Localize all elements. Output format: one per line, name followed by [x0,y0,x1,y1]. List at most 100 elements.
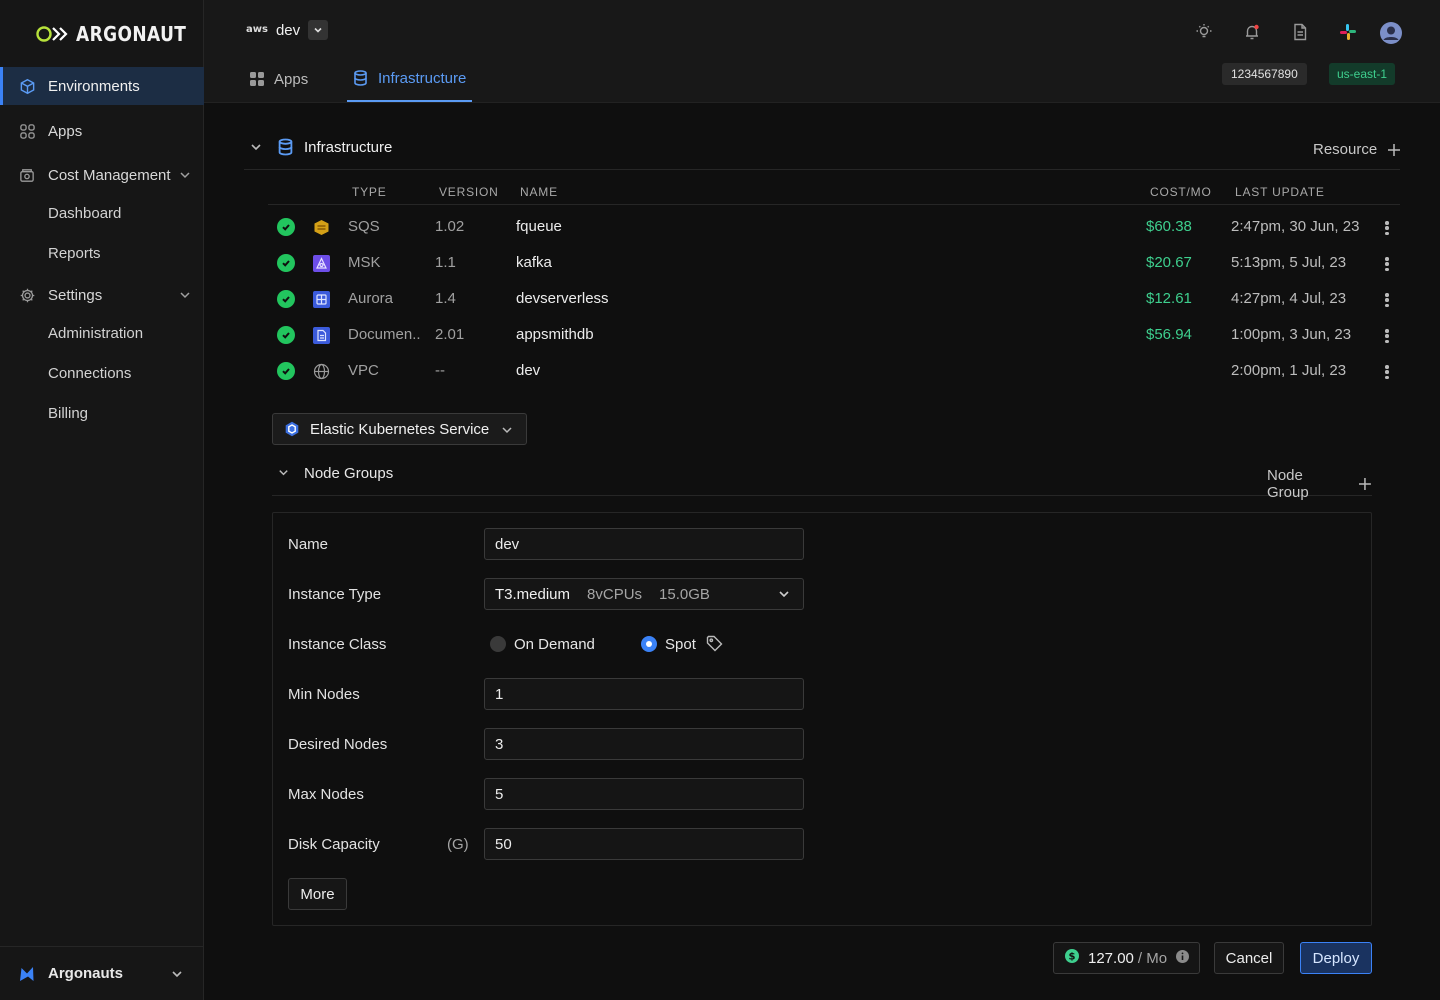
apps-grid-icon [18,122,36,140]
table-header-divider [268,204,1400,205]
instance-class-label: Instance Class [288,636,387,653]
status-ok-icon [277,326,295,344]
table-row[interactable]: MSK 1.1 kafka $20.67 5:13pm, 5 Jul, 23 [268,245,1400,281]
brand-logo[interactable]: ARGONAUT [36,22,206,46]
instance-type-value: T3.medium [495,585,571,603]
slack-icon[interactable] [1338,22,1358,42]
resource-cost: $12.61 [1146,290,1192,307]
sidebar-subitem-administration[interactable]: Administration [48,325,143,342]
more-vertical-icon[interactable] [1379,327,1395,345]
eks-cluster-selector[interactable]: Elastic Kubernetes Service [272,413,527,445]
tab-label: Apps [274,70,309,88]
gear-icon [18,286,36,304]
sidebar: ARGONAUT Environments Apps Cost Manageme… [0,0,204,1000]
monthly-cost-indicator: $ 127.00 / Mo [1053,942,1200,974]
deploy-button[interactable]: Deploy [1300,942,1372,974]
add-node-group-label: Node Group [1267,467,1309,501]
resource-name[interactable]: dev [516,362,540,379]
org-logo-icon [18,965,36,987]
resource-name[interactable]: kafka [516,254,552,271]
more-vertical-icon[interactable] [1379,219,1395,237]
sidebar-item-apps[interactable]: Apps [0,112,204,150]
on-demand-label[interactable]: On Demand [514,636,595,653]
sidebar-subitem-connections[interactable]: Connections [48,365,131,382]
avatar[interactable] [1380,22,1402,44]
resource-type: SQS [348,218,380,235]
name-label: Name [288,536,329,553]
resource-last-update: 1:00pm, 3 Jun, 23 [1231,326,1352,343]
sidebar-subitem-billing[interactable]: Billing [48,405,88,422]
min-nodes-field[interactable]: 1 [484,678,804,710]
section-title: Infrastructure [304,139,393,156]
min-nodes-label: Min Nodes [288,686,360,703]
resource-version: -- [435,362,445,379]
sidebar-item-environments[interactable]: Environments [0,67,204,105]
resource-version: 1.02 [435,218,465,235]
cancel-button[interactable]: Cancel [1214,942,1284,974]
status-ok-icon [277,290,295,308]
chevron-down-icon[interactable] [170,967,184,985]
infrastructure-section-header: Infrastructure Resource [244,128,1401,170]
resource-last-update: 2:47pm, 30 Jun, 23 [1231,218,1360,235]
tab-apps[interactable]: Apps [250,56,308,102]
sidebar-item-label: Apps [48,122,83,140]
disk-capacity-field[interactable]: 50 [484,828,804,860]
document-icon[interactable] [1290,22,1310,42]
plus-icon [1388,143,1401,156]
sidebar-subitem-reports[interactable]: Reports [48,245,101,262]
resource-name[interactable]: appsmithdb [516,326,594,343]
resource-last-update: 2:00pm, 1 Jul, 23 [1231,362,1347,379]
tab-infrastructure[interactable]: Infrastructure [347,56,473,102]
instance-memory: 15.0GB [659,585,710,603]
chevron-down-icon[interactable] [308,20,329,40]
more-vertical-icon[interactable] [1379,255,1395,273]
theme-toggle-icon[interactable] [1194,22,1214,42]
info-icon[interactable] [1176,949,1190,967]
sidebar-item-settings[interactable]: Settings [0,276,204,314]
sidebar-item-label: Cost Management [48,166,171,184]
node-groups-header: Node Groups Node Group [272,457,1372,501]
globe-icon [313,363,330,380]
table-row[interactable]: VPC -- dev 2:00pm, 1 Jul, 23 [268,353,1400,389]
disk-capacity-label: Disk Capacity [288,836,380,853]
collapse-chevron-icon[interactable] [277,466,290,483]
resource-cost: $56.94 [1146,326,1192,343]
more-button[interactable]: More [288,878,347,910]
add-resource-button[interactable]: Resource [1313,141,1401,158]
on-demand-radio[interactable] [490,636,506,652]
resource-name[interactable]: devserverless [516,290,609,307]
table-row[interactable]: Documen.. 2.01 appsmithdb $56.94 1:00pm,… [268,317,1400,353]
aws-icon: aws [246,24,268,35]
resource-name[interactable]: fqueue [516,218,562,235]
desired-nodes-field[interactable]: 3 [484,728,804,760]
add-node-group-button[interactable]: Node Group [1267,467,1372,501]
sidebar-item-cost-management[interactable]: Cost Management [0,156,204,194]
instance-type-label: Instance Type [288,586,382,603]
column-header-type: TYPE [352,185,387,199]
max-nodes-field[interactable]: 5 [484,778,804,810]
org-switcher[interactable]: Argonauts [0,946,204,1000]
documentdb-icon [313,327,330,344]
spot-label[interactable]: Spot [665,636,696,653]
instance-type-select[interactable]: T3.medium 8vCPUs 15.0GB [484,578,804,610]
environment-selector[interactable]: aws dev [246,20,329,40]
sidebar-subitem-dashboard[interactable]: Dashboard [48,205,121,222]
account-id-badge: 1234567890 [1222,63,1307,85]
more-vertical-icon[interactable] [1379,291,1395,309]
tag-icon [706,635,723,656]
name-field[interactable]: dev [484,528,804,560]
argonaut-logo-icon [36,26,68,42]
table-row[interactable]: SQS 1.02 fqueue $60.38 2:47pm, 30 Jun, 2… [268,209,1400,245]
environment-name: dev [275,21,301,39]
collapse-chevron-icon[interactable] [249,140,263,158]
resource-type: Documen.. [348,326,421,343]
spot-radio[interactable] [641,636,657,652]
org-name: Argonauts [48,965,123,982]
table-row[interactable]: Aurora 1.4 devserverless $12.61 4:27pm, … [268,281,1400,317]
chevron-down-icon[interactable] [178,288,192,306]
resource-cost: $60.38 [1146,218,1192,235]
more-vertical-icon[interactable] [1379,363,1395,381]
eks-label: Elastic Kubernetes Service [310,421,490,438]
chevron-down-icon[interactable] [178,168,192,186]
bell-icon[interactable] [1242,22,1262,42]
